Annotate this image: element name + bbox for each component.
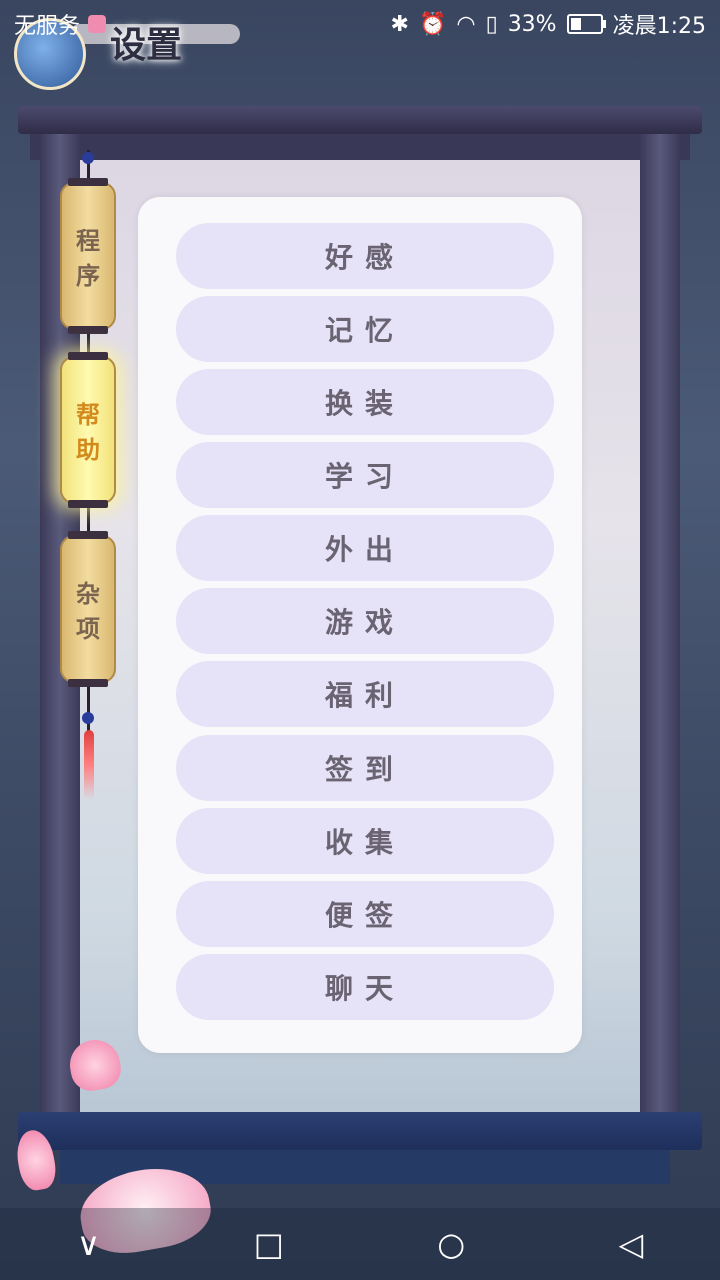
alarm-icon: ⏰ bbox=[418, 11, 447, 37]
menu-item-affection[interactable]: 好感 bbox=[176, 223, 554, 289]
tab-label: 杂 bbox=[76, 579, 100, 608]
battery-percent: 33% bbox=[507, 11, 557, 37]
menu-item-notes[interactable]: 便签 bbox=[176, 881, 554, 947]
lantern-cap bbox=[68, 500, 108, 508]
menu-item-games[interactable]: 游戏 bbox=[176, 588, 554, 654]
menu-item-collection[interactable]: 收集 bbox=[176, 808, 554, 874]
bead-icon bbox=[82, 152, 94, 164]
tassel-icon bbox=[84, 730, 94, 800]
recents-icon[interactable]: □ bbox=[254, 1225, 284, 1263]
clock: 凌晨1:25 bbox=[612, 14, 706, 39]
lantern-cap bbox=[68, 352, 108, 360]
lantern-cap bbox=[68, 531, 108, 539]
lantern-cap bbox=[68, 178, 108, 186]
menu-item-outing[interactable]: 外出 bbox=[176, 515, 554, 581]
tab-label: 序 bbox=[76, 261, 100, 290]
lantern-cap bbox=[68, 326, 108, 334]
scroll-top-shadow bbox=[30, 134, 690, 160]
carrier-text: 无服务 bbox=[14, 14, 81, 39]
wifi-icon: ◠ bbox=[456, 11, 476, 37]
menu-item-welfare[interactable]: 福利 bbox=[176, 661, 554, 727]
battery-icon bbox=[566, 14, 606, 34]
lantern-cap bbox=[68, 679, 108, 687]
menu-item-outfit[interactable]: 换装 bbox=[176, 369, 554, 435]
home-icon[interactable]: ○ bbox=[437, 1225, 465, 1263]
tab-label: 助 bbox=[76, 435, 100, 464]
menu-item-study[interactable]: 学习 bbox=[176, 442, 554, 508]
tab-label: 帮 bbox=[76, 400, 100, 429]
tab-misc[interactable]: 杂 项 bbox=[60, 531, 116, 687]
system-nav-bar: ∨ □ ○ ◁ bbox=[0, 1208, 720, 1280]
tab-label: 程 bbox=[76, 226, 100, 255]
tab-label: 项 bbox=[76, 614, 100, 643]
menu-item-checkin[interactable]: 签到 bbox=[176, 735, 554, 801]
bead-icon bbox=[82, 712, 94, 724]
scroll-top-bar bbox=[18, 106, 702, 134]
bluetooth-icon: ✱ bbox=[390, 11, 409, 37]
tab-program[interactable]: 程 序 bbox=[60, 178, 116, 334]
menu-item-memory[interactable]: 记忆 bbox=[176, 296, 554, 362]
collapse-icon[interactable]: ∨ bbox=[77, 1225, 100, 1263]
back-icon[interactable]: ◁ bbox=[619, 1225, 644, 1263]
menu-item-chat[interactable]: 聊天 bbox=[176, 954, 554, 1020]
help-menu-panel: 好感 记忆 换装 学习 外出 游戏 福利 签到 收集 便签 聊天 bbox=[138, 197, 582, 1053]
sim-icon: ▯ bbox=[485, 11, 498, 37]
right-pillar bbox=[640, 134, 680, 1114]
status-bar: 无服务 ✱ ⏰ ◠ ▯ 33% 凌晨1:25 bbox=[0, 0, 720, 48]
app-notification-icon bbox=[88, 15, 107, 33]
scroll-bottom-bar bbox=[18, 1112, 702, 1150]
tab-help[interactable]: 帮 助 bbox=[60, 352, 116, 508]
